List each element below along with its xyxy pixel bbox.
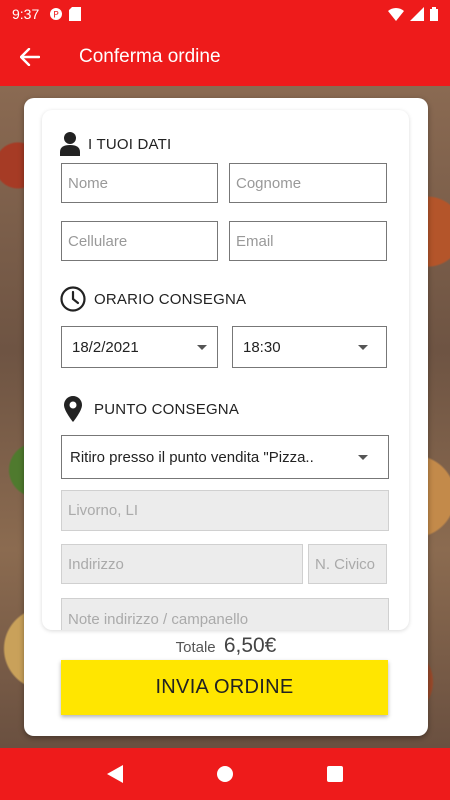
chevron-down-icon <box>358 344 368 350</box>
circle-home-icon[interactable] <box>216 765 234 783</box>
indirizzo-placeholder: Indirizzo <box>68 555 124 573</box>
person-icon <box>60 132 80 156</box>
time-select[interactable]: 18:30 <box>232 326 387 368</box>
email-field[interactable]: Email <box>229 221 387 261</box>
cognome-placeholder: Cognome <box>236 174 302 192</box>
section-schedule-label: ORARIO CONSEGNA <box>94 290 247 308</box>
sd-card-icon <box>69 7 82 21</box>
svg-text:P: P <box>54 11 60 21</box>
cognome-field[interactable]: Cognome <box>229 163 387 203</box>
section-personal-heading: I TUOI DATI <box>60 132 171 156</box>
cellulare-field[interactable]: Cellulare <box>61 221 218 261</box>
wifi-icon <box>388 7 404 21</box>
section-location-heading: PUNTO CONSEGNA <box>64 396 239 422</box>
civico-field[interactable]: N. Civico <box>308 544 387 584</box>
battery-icon <box>430 7 438 21</box>
app-bar: Conferma ordine <box>0 28 450 86</box>
square-recents-icon[interactable] <box>327 766 344 782</box>
chevron-down-icon <box>358 454 368 460</box>
order-form[interactable]: I TUOI DATI Nome Cognome Cellulare Email… <box>42 110 409 630</box>
email-placeholder: Email <box>236 232 274 250</box>
notification-icon: P <box>49 7 63 21</box>
chevron-down-icon <box>197 344 207 350</box>
arrow-left-icon <box>20 48 40 66</box>
delivery-point-select[interactable]: Ritiro presso il punto vendita "Pizza.. <box>61 435 389 479</box>
time-value: 18:30 <box>243 338 281 356</box>
section-location-label: PUNTO CONSEGNA <box>94 400 240 418</box>
triangle-back-icon[interactable] <box>106 765 123 783</box>
section-personal-label: I TUOI DATI <box>88 135 172 153</box>
signal-icon <box>410 7 424 21</box>
page-title: Conferma ordine <box>79 46 221 67</box>
nome-field[interactable]: Nome <box>61 163 218 203</box>
date-value: 18/2/2021 <box>72 338 139 356</box>
note-field[interactable]: Note indirizzo / campanello <box>61 598 389 630</box>
cellulare-placeholder: Cellulare <box>68 232 128 250</box>
total-value: 6,50€ <box>223 634 277 657</box>
total-label: Totale <box>175 639 216 656</box>
status-time: 9:37 <box>12 6 40 22</box>
navigation-bar <box>0 748 450 800</box>
nome-placeholder: Nome <box>68 174 109 192</box>
order-total: Totale 6,50€ <box>24 634 428 658</box>
status-bar: 9:37 P <box>0 0 450 28</box>
submit-order-button[interactable]: INVIA ORDINE <box>61 660 388 715</box>
delivery-point-value: Ritiro presso il punto vendita "Pizza.. <box>70 448 314 466</box>
note-placeholder: Note indirizzo / campanello <box>68 610 249 628</box>
indirizzo-field[interactable]: Indirizzo <box>61 544 303 584</box>
back-button[interactable] <box>0 28 60 86</box>
city-field: Livorno, LI <box>61 490 389 531</box>
location-pin-icon <box>64 396 82 422</box>
city-value: Livorno, LI <box>68 502 139 519</box>
civico-placeholder: N. Civico <box>315 555 376 573</box>
section-schedule-heading: ORARIO CONSEGNA <box>60 286 246 312</box>
date-select[interactable]: 18/2/2021 <box>61 326 218 368</box>
order-card: I TUOI DATI Nome Cognome Cellulare Email… <box>24 98 428 736</box>
clock-icon <box>60 286 86 312</box>
